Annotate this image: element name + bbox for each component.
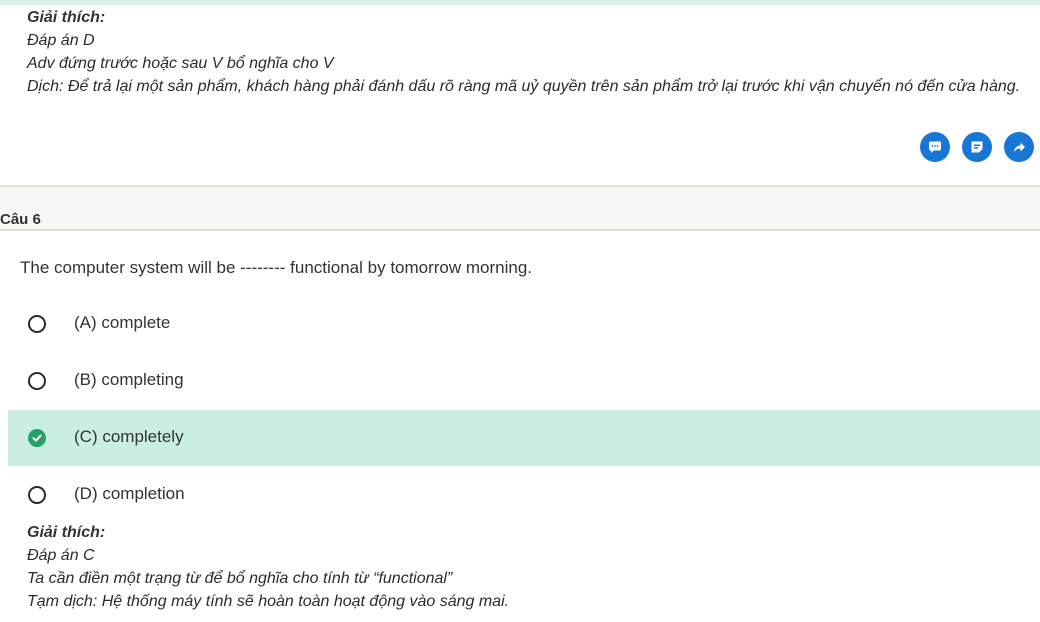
- explanation-answer: Đáp án D: [27, 32, 95, 49]
- question-number: Câu 6: [0, 211, 41, 228]
- option-label: (A) complete: [74, 313, 171, 332]
- explanation-heading: Giải thích:: [27, 524, 106, 541]
- share-icon: [1014, 142, 1025, 152]
- option-b[interactable]: (B) completing: [8, 353, 1040, 409]
- radio-icon[interactable]: [28, 372, 46, 390]
- explanation-translation: Dịch: Để trả lại một sản phẩm, khách hàn…: [27, 78, 1021, 95]
- explanation-note: Ta cần điền một trạng từ để bổ nghĩa cho…: [27, 570, 453, 587]
- radio-icon[interactable]: [28, 486, 46, 504]
- top-strip: [0, 0, 1040, 5]
- option-label: (B) completing: [74, 370, 184, 389]
- share-button[interactable]: [1004, 132, 1034, 162]
- explanation: Giải thích: Đáp án C Ta cần điền một trạ…: [27, 521, 1027, 613]
- note-button[interactable]: [962, 132, 992, 162]
- option-label: (C) completely: [74, 427, 184, 446]
- option-label: (D) completion: [74, 484, 185, 503]
- check-circle-icon[interactable]: [28, 429, 46, 447]
- radio-icon[interactable]: [28, 315, 46, 333]
- explanation-answer: Đáp án C: [27, 547, 95, 564]
- comment-button[interactable]: [920, 132, 950, 162]
- comment-icon: [929, 141, 941, 153]
- explanation-translation: Tạm dịch: Hệ thống máy tính sẽ hoàn toàn…: [27, 593, 510, 610]
- option-c[interactable]: (C) completely: [8, 410, 1040, 466]
- question-text: The computer system will be -------- fun…: [20, 258, 533, 277]
- explanation-note: Adv đứng trước hoặc sau V bổ nghĩa cho V: [27, 55, 334, 72]
- option-d[interactable]: (D) completion: [8, 467, 1040, 523]
- note-icon: [971, 141, 983, 153]
- question-divider: [0, 185, 1040, 231]
- option-a[interactable]: (A) complete: [8, 296, 1040, 352]
- explanation-heading: Giải thích:: [27, 9, 106, 26]
- previous-explanation: Giải thích: Đáp án D Adv đứng trước hoặc…: [27, 6, 1035, 98]
